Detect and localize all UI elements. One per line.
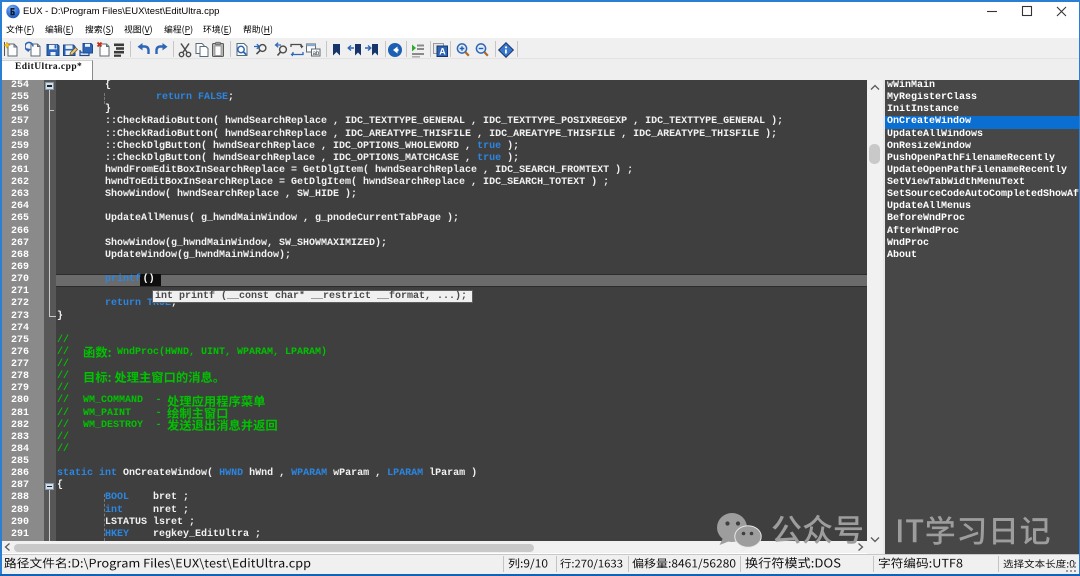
svg-text:A: A xyxy=(439,47,446,57)
svg-text:ab: ab xyxy=(313,51,320,57)
